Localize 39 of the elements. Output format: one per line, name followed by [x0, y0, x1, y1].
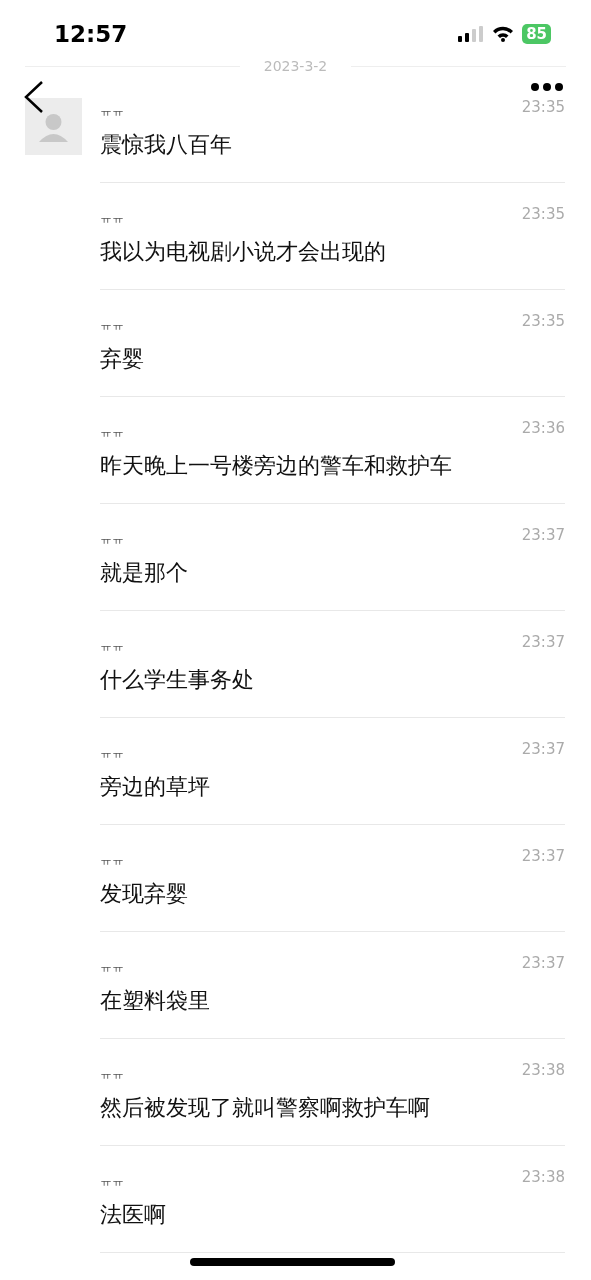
message-time: 23:38 [521, 1167, 565, 1188]
message-text: 然后被发现了就叫警察啊救护车啊 [100, 1094, 430, 1122]
message-text: 震惊我八百年 [100, 131, 232, 159]
message-text: 什么学生事务处 [100, 666, 254, 694]
date-divider: 2023-3-2 [262, 57, 329, 75]
message-time: 23:37 [521, 953, 565, 974]
sender-name: ㅠㅠ [100, 852, 124, 868]
sender-name: ㅠㅠ [100, 103, 124, 119]
status-time: 12:57 [54, 19, 128, 49]
message-time: 23:37 [521, 846, 565, 867]
sender-name: ㅠㅠ [100, 959, 124, 975]
battery-level: 85 [522, 24, 551, 44]
message-time: 23:38 [521, 1060, 565, 1081]
sender-name: ㅠㅠ [100, 317, 124, 333]
wifi-icon [492, 26, 515, 42]
sender-name: ㅠㅠ [100, 424, 124, 440]
message-time: 23:35 [521, 204, 565, 225]
signal-icon [458, 26, 485, 42]
message-text: 就是那个 [100, 559, 188, 587]
message-time: 23:37 [521, 525, 565, 546]
sender-name: ㅠㅠ [100, 531, 124, 547]
sender-name: ㅠㅠ [100, 638, 124, 654]
sender-name: ㅠㅠ [100, 745, 124, 761]
message-text: 在塑料袋里 [100, 987, 210, 1015]
message-time: 23:36 [521, 418, 565, 439]
message-text: 昨天晚上一号楼旁边的警车和救护车 [100, 452, 452, 480]
message-time: 23:35 [521, 97, 565, 118]
sender-name: ㅠㅠ [100, 1173, 124, 1189]
message-text: 旁边的草坪 [100, 773, 210, 801]
message-text: 我以为电视剧小说才会出现的 [100, 238, 386, 266]
more-icon[interactable] [530, 82, 564, 92]
message-text: 法医啊 [100, 1201, 166, 1229]
message-text: 弃婴 [100, 345, 144, 373]
message-time: 23:37 [521, 632, 565, 653]
sender-name: ㅠㅠ [100, 1066, 124, 1082]
message-time: 23:37 [521, 739, 565, 760]
sender-name: ㅠㅠ [100, 210, 124, 226]
message-time: 23:35 [521, 311, 565, 332]
message-text: 发现弃婴 [100, 880, 188, 908]
